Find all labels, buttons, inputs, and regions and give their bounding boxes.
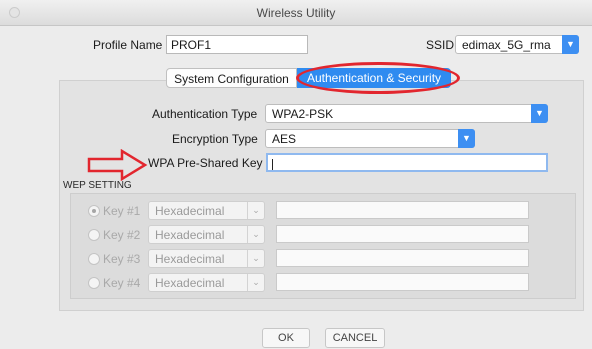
ok-button[interactable]: OK <box>262 328 310 348</box>
highlight-oval-annotation <box>296 62 460 94</box>
key1-format-select[interactable]: Hexadecimal ⌄ <box>148 201 265 220</box>
chevron-down-icon: ⌄ <box>247 274 264 291</box>
key3-format-value: Hexadecimal <box>155 252 225 266</box>
key4-radio[interactable] <box>88 277 100 289</box>
key3-format-select[interactable]: Hexadecimal ⌄ <box>148 249 265 268</box>
text-cursor <box>272 158 273 170</box>
chevron-down-icon: ⌄ <box>247 202 264 219</box>
window-title: Wireless Utility <box>256 6 336 20</box>
key3-input[interactable] <box>276 249 529 267</box>
profile-name-label: Profile Name <box>93 38 163 52</box>
key3-radio[interactable] <box>88 253 100 265</box>
authentication-type-value: WPA2-PSK <box>272 107 334 121</box>
key4-format-select[interactable]: Hexadecimal ⌄ <box>148 273 265 292</box>
authentication-type-label: Authentication Type <box>152 107 258 121</box>
tab-system-configuration[interactable]: System Configuration <box>166 68 297 88</box>
ssid-label: SSID <box>426 38 455 52</box>
ssid-select[interactable]: edimax_5G_rma ▼ <box>455 35 579 54</box>
key4-label: Key #4 <box>103 276 141 290</box>
profile-name-input[interactable]: PROF1 <box>166 35 308 54</box>
key4-input[interactable] <box>276 273 529 291</box>
encryption-type-value: AES <box>272 132 297 146</box>
red-arrow-annotation-icon <box>87 149 148 181</box>
title-bar: Wireless Utility <box>0 0 592 26</box>
key1-input[interactable] <box>276 201 529 219</box>
key2-radio[interactable] <box>88 229 100 241</box>
key2-format-select[interactable]: Hexadecimal ⌄ <box>148 225 265 244</box>
key4-format-value: Hexadecimal <box>155 276 225 290</box>
chevron-down-icon: ⌄ <box>247 250 264 267</box>
wep-setting-title: WEP SETTING <box>63 180 132 191</box>
chevron-down-icon: ▼ <box>458 129 475 148</box>
key1-radio[interactable] <box>88 205 100 217</box>
key2-input[interactable] <box>276 225 529 243</box>
cancel-button[interactable]: CANCEL <box>325 328 385 348</box>
wpa-pre-shared-key-input[interactable] <box>266 153 548 172</box>
chevron-down-icon: ▼ <box>562 35 579 54</box>
key3-label: Key #3 <box>103 252 141 266</box>
authentication-type-select[interactable]: WPA2-PSK ▼ <box>265 104 548 123</box>
wpa-pre-shared-key-label: WPA Pre-Shared Key <box>148 156 263 170</box>
encryption-type-label: Encryption Type <box>172 132 258 146</box>
chevron-down-icon: ⌄ <box>247 226 264 243</box>
encryption-type-select[interactable]: AES ▼ <box>265 129 475 148</box>
key1-format-value: Hexadecimal <box>155 204 225 218</box>
key2-format-value: Hexadecimal <box>155 228 225 242</box>
wireless-utility-window: Wireless Utility Profile Name PROF1 SSID… <box>0 0 592 349</box>
chevron-down-icon: ▼ <box>531 104 548 123</box>
ssid-value: edimax_5G_rma <box>462 38 551 52</box>
key1-label: Key #1 <box>103 204 141 218</box>
key2-label: Key #2 <box>103 228 141 242</box>
